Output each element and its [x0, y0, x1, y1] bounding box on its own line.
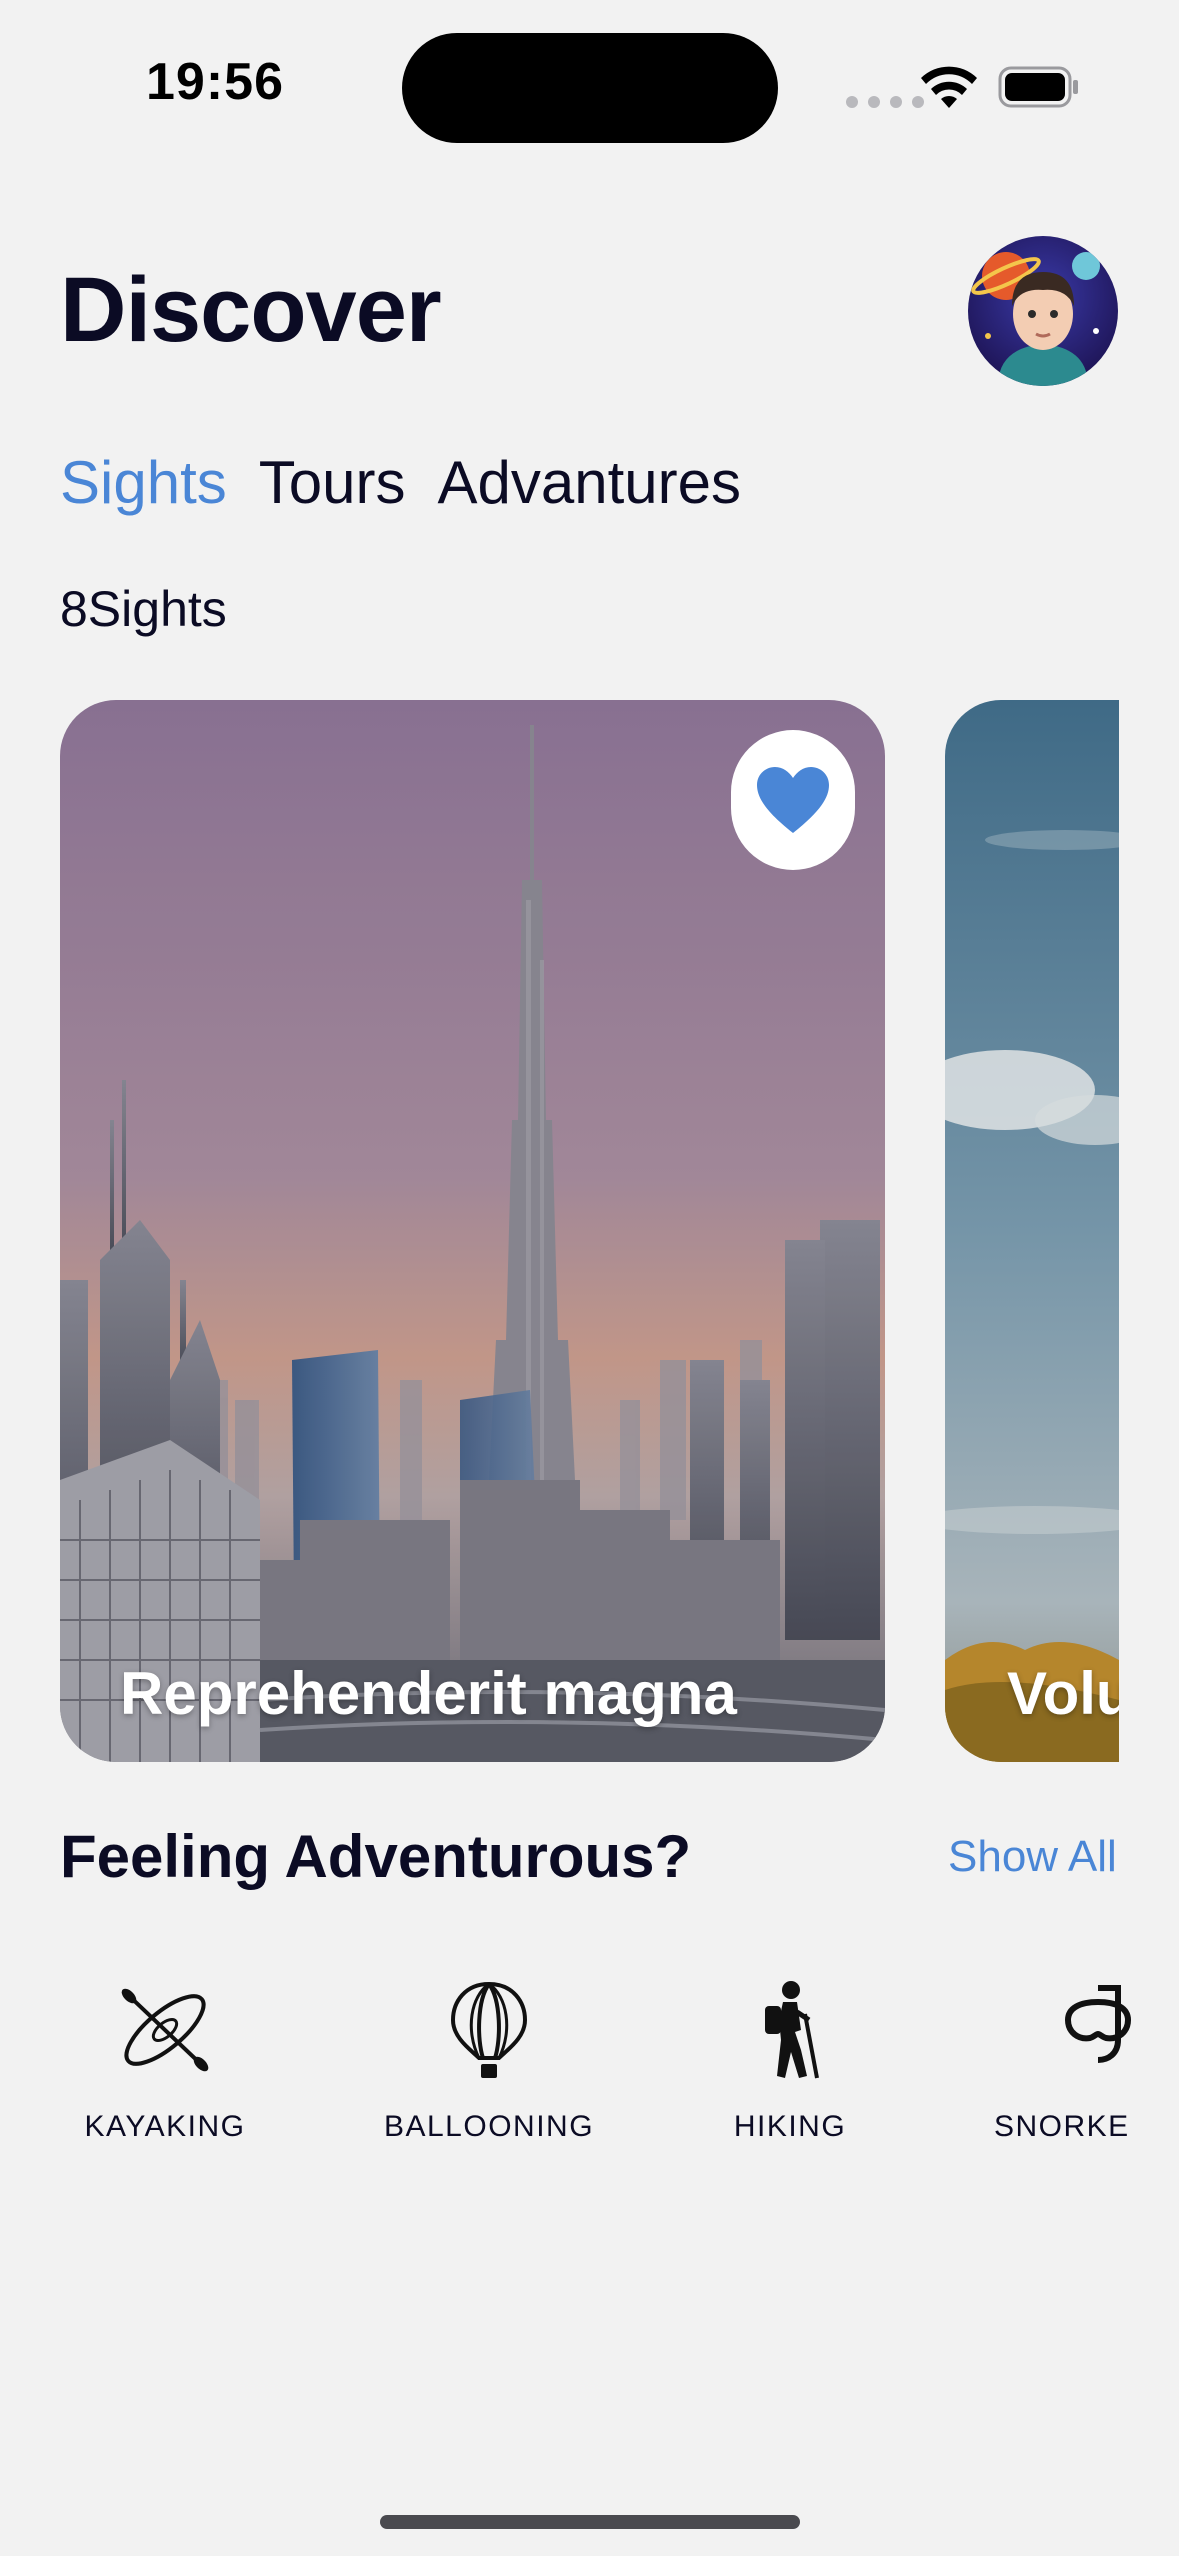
kayak-icon — [121, 1988, 209, 2072]
home-indicator[interactable] — [380, 2515, 800, 2529]
activity-ballooning[interactable]: BALLOONING — [384, 1980, 593, 2144]
dynamic-island — [402, 33, 778, 143]
tab-advantures[interactable]: Advantures — [437, 448, 741, 517]
wifi-icon — [921, 66, 977, 108]
hiker-icon — [765, 1981, 819, 2079]
battery-icon — [998, 66, 1078, 108]
activity-label: SNORKE — [994, 2110, 1130, 2143]
activity-kayaking[interactable]: KAYAKING — [85, 1980, 244, 2144]
activity-label: HIKING — [733, 2110, 847, 2143]
activity-snorkeling[interactable]: SNORKE — [994, 1980, 1179, 2150]
sights-count: 8Sights — [60, 581, 227, 637]
tab-sights[interactable]: Sights — [60, 448, 227, 517]
sight-card[interactable]: Volu — [945, 700, 1119, 1762]
sight-card-title: Reprehenderit magna — [120, 1660, 737, 1727]
status-time: 19:56 — [146, 53, 284, 111]
activity-label: KAYAKING — [84, 2110, 246, 2143]
sky-landscape-image — [945, 700, 1119, 1762]
show-all-link[interactable]: Show All — [948, 1832, 1117, 1882]
profile-avatar[interactable] — [968, 236, 1118, 386]
tab-tours[interactable]: Tours — [259, 448, 406, 517]
category-tabs: Sights Tours Advantures — [60, 448, 741, 517]
cellular-signal-icon — [846, 96, 924, 108]
page-title: Discover — [60, 259, 442, 361]
activity-label: BALLOONING — [383, 2110, 595, 2143]
sight-card-title: Volu — [1007, 1660, 1119, 1727]
favorite-button[interactable] — [731, 730, 855, 870]
sight-card[interactable]: Reprehenderit magna — [60, 700, 885, 1762]
heart-icon — [757, 767, 829, 833]
section-title: Feeling Adventurous? — [60, 1823, 692, 1890]
hot-air-balloon-icon — [450, 1981, 528, 2078]
activity-hiking[interactable]: HIKING — [720, 1980, 860, 2144]
snorkel-mask-icon — [1064, 1985, 1132, 2063]
